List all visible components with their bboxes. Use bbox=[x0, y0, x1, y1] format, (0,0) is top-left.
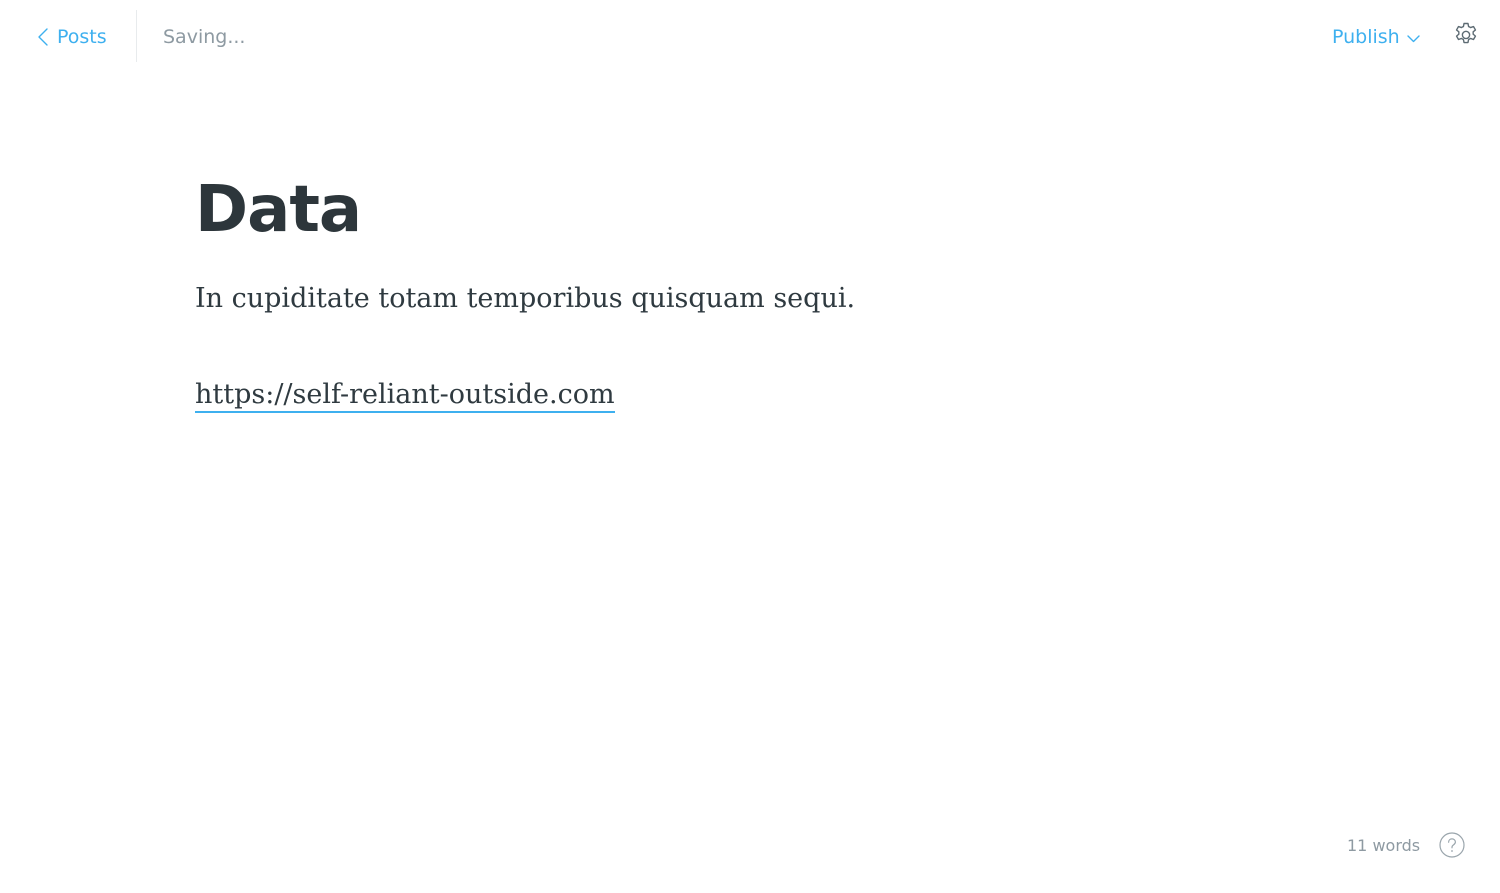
chevron-down-icon bbox=[1407, 26, 1420, 48]
body-link[interactable]: https://self-reliant-outside.com bbox=[195, 379, 615, 413]
save-status: Saving... bbox=[163, 26, 246, 48]
word-count: 11 words bbox=[1347, 836, 1421, 855]
body-link-paragraph[interactable]: https://self-reliant-outside.com bbox=[195, 378, 1305, 413]
header-divider bbox=[136, 10, 137, 62]
back-to-posts-link[interactable]: Posts bbox=[38, 22, 107, 52]
chevron-left-icon bbox=[38, 28, 48, 46]
publish-menu-button[interactable]: Publish bbox=[1332, 22, 1420, 52]
post-body-editor[interactable]: In cupiditate totam temporibus quisquam … bbox=[195, 282, 1305, 413]
publish-label: Publish bbox=[1332, 26, 1400, 48]
help-circle-icon bbox=[1439, 832, 1465, 862]
gear-icon bbox=[1452, 20, 1480, 52]
back-link-label: Posts bbox=[57, 26, 107, 48]
post-editor[interactable]: Data In cupiditate totam temporibus quis… bbox=[195, 168, 1305, 413]
post-title-input[interactable]: Data bbox=[195, 168, 1305, 252]
post-settings-button[interactable] bbox=[1451, 21, 1481, 51]
body-paragraph[interactable]: In cupiditate totam temporibus quisquam … bbox=[195, 282, 1305, 316]
help-button[interactable] bbox=[1439, 832, 1465, 858]
editor-header: Posts Saving... Publish bbox=[0, 0, 1500, 72]
